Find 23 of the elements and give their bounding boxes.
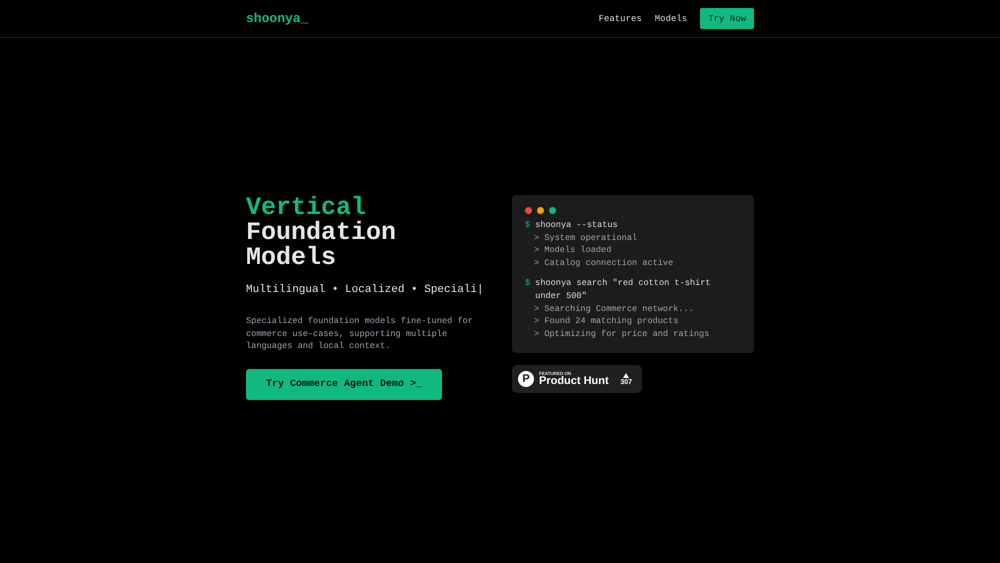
demo-button[interactable]: Try Commerce Agent Demo >_ xyxy=(246,368,442,400)
terminal-output: > System operational xyxy=(533,232,638,244)
terminal-output: > Optimizing for price and ratings xyxy=(533,328,710,340)
badge-title: Product Hunt xyxy=(539,376,610,388)
description: Specialized foundation models fine-tuned for commerce use-cases, supporting multiple languages and local context. xyxy=(246,315,474,353)
logo[interactable]: shoonya_ xyxy=(246,11,308,26)
nav-link[interactable]: Models xyxy=(654,14,688,24)
nav-link[interactable]: Features xyxy=(598,14,642,24)
hero-title: Foundation xyxy=(246,220,396,245)
try-now-button[interactable]: Try Now xyxy=(700,8,754,29)
prompt-symbol: $ xyxy=(525,219,530,232)
hero-title: Models xyxy=(246,245,336,270)
terminal-command: shoonya --status xyxy=(535,219,618,232)
terminal-output: > Found 24 matching products xyxy=(533,315,680,328)
terminal-output: > Models loaded xyxy=(533,244,612,257)
product-hunt-logo: P xyxy=(518,371,534,388)
tagline: Multilingual • Localized • Speciali| xyxy=(246,284,484,296)
terminal-output: > Searching Commerce network... xyxy=(533,302,695,316)
upvote-icon xyxy=(623,372,630,378)
terminal-command: shoonya search "red cotton t-shirt under 500" xyxy=(535,277,712,303)
terminal-output: > Catalog connection active xyxy=(533,256,674,270)
hero-title: Vertical xyxy=(246,195,366,220)
prompt-symbol: $ xyxy=(525,277,530,290)
